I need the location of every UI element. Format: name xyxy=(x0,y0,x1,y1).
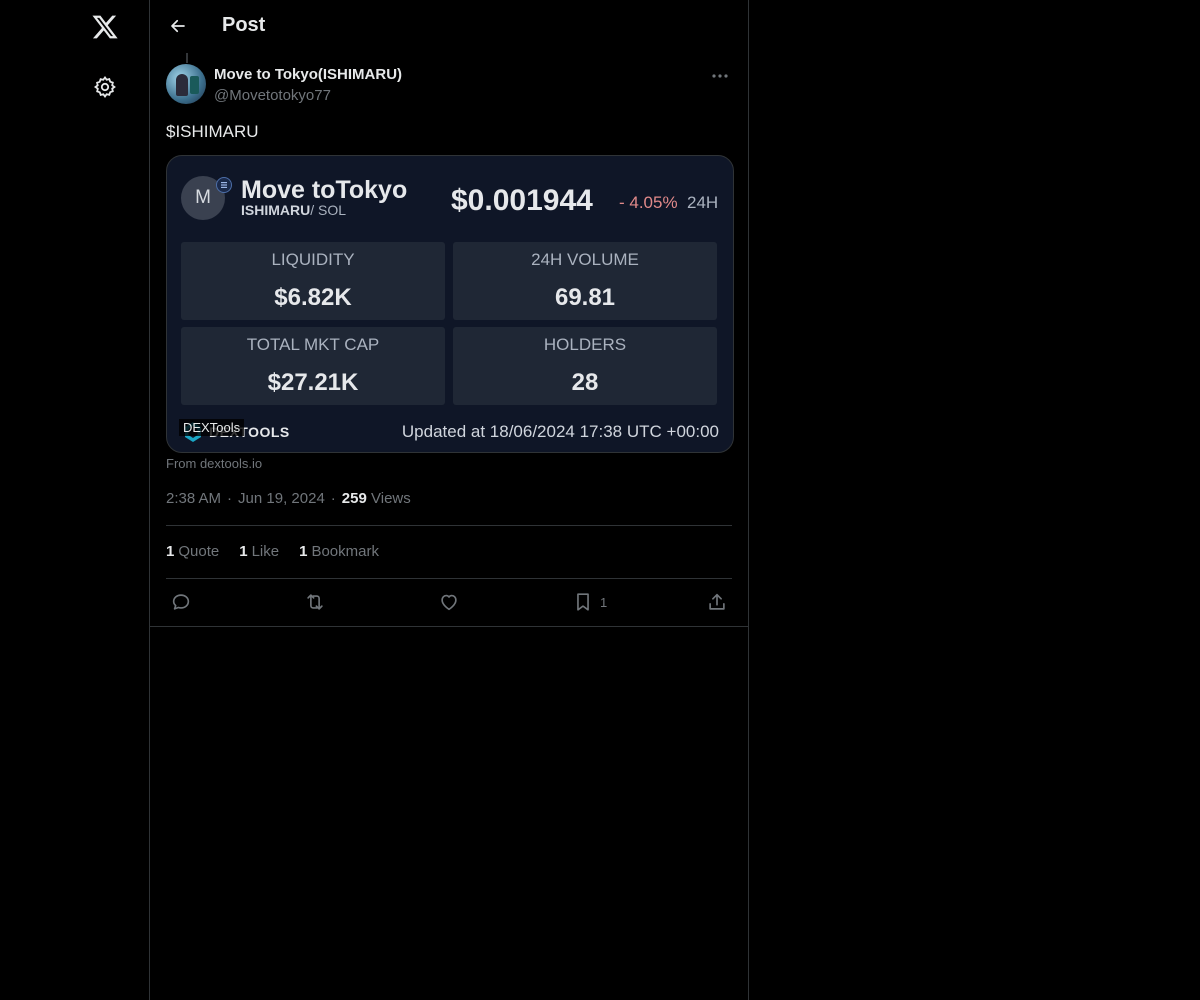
views-label: Views xyxy=(371,490,411,507)
card-source[interactable]: From dextools.io xyxy=(166,456,262,471)
bookmark-count: 1 xyxy=(600,594,608,610)
back-button[interactable] xyxy=(164,12,192,40)
coin-price: $0.001944 xyxy=(451,184,593,217)
divider xyxy=(166,578,732,579)
coin-pair: ISHIMARU/ SOL xyxy=(241,202,347,218)
reply-icon xyxy=(170,591,192,613)
post-meta: 2:38 AM · Jun 19, 2024 · 259 Views xyxy=(166,490,411,507)
repost-icon xyxy=(304,591,326,613)
main-column: Post Move to Tokyo(ISHIMARU) @Movetotoky… xyxy=(149,0,749,1000)
gear-icon[interactable] xyxy=(88,70,122,104)
repost-button[interactable] xyxy=(304,590,326,614)
post-bottom-border xyxy=(150,626,748,627)
reply-button[interactable] xyxy=(170,590,192,614)
action-bar: 1 xyxy=(166,590,732,614)
page-title: Post xyxy=(222,14,266,36)
post-text: $ISHIMARU xyxy=(166,122,259,141)
updated-timestamp: Updated at 18/06/2024 17:38 UTC +00:00 xyxy=(401,422,719,441)
views-count: 259 xyxy=(341,490,367,507)
card-image-alt-label: DEXTools xyxy=(179,419,245,436)
stat-total-mkt-cap: TOTAL MKT CAP $27.21K xyxy=(181,327,445,405)
stat-liquidity: LIQUIDITY $6.82K xyxy=(181,242,445,320)
left-nav xyxy=(0,0,149,1000)
avatar[interactable] xyxy=(166,64,206,104)
more-horizontal-icon xyxy=(711,73,729,79)
change-period: 24H xyxy=(687,193,719,212)
bookmark-icon xyxy=(572,591,594,613)
x-logo-icon[interactable] xyxy=(88,10,122,44)
share-button[interactable] xyxy=(706,590,728,614)
thread-line xyxy=(186,53,188,63)
author-name[interactable]: Move to Tokyo(ISHIMARU) xyxy=(214,66,402,83)
link-card[interactable]: M Move toTokyo ISHIMARU/ SOL $0.001944 -… xyxy=(166,155,734,453)
stat-holders: HOLDERS 28 xyxy=(453,327,717,405)
arrow-left-icon xyxy=(169,17,187,35)
share-icon xyxy=(706,591,728,613)
coin-name: Move toTokyo xyxy=(241,176,408,204)
author-handle[interactable]: @Movetotokyo77 xyxy=(214,87,331,104)
likes-link[interactable]: 1 Like xyxy=(239,543,279,560)
page-header: Post xyxy=(150,0,748,53)
bookmark-button[interactable]: 1 xyxy=(572,590,607,614)
post-time[interactable]: 2:38 AM xyxy=(166,490,221,507)
price-change: - 4.05% xyxy=(619,193,678,212)
solana-icon xyxy=(216,177,232,193)
stat-24h-volume: 24H VOLUME 69.81 xyxy=(453,242,717,320)
heart-icon xyxy=(438,591,460,613)
more-options-button[interactable] xyxy=(708,66,732,86)
post-date[interactable]: Jun 19, 2024 xyxy=(238,490,325,507)
like-button[interactable] xyxy=(438,590,460,614)
divider xyxy=(166,525,732,526)
bookmarks-link[interactable]: 1 Bookmark xyxy=(299,543,379,560)
quotes-link[interactable]: 1 Quote xyxy=(166,543,219,560)
engagement-stats: 1 Quote 1 Like 1 Bookmark xyxy=(166,543,399,560)
